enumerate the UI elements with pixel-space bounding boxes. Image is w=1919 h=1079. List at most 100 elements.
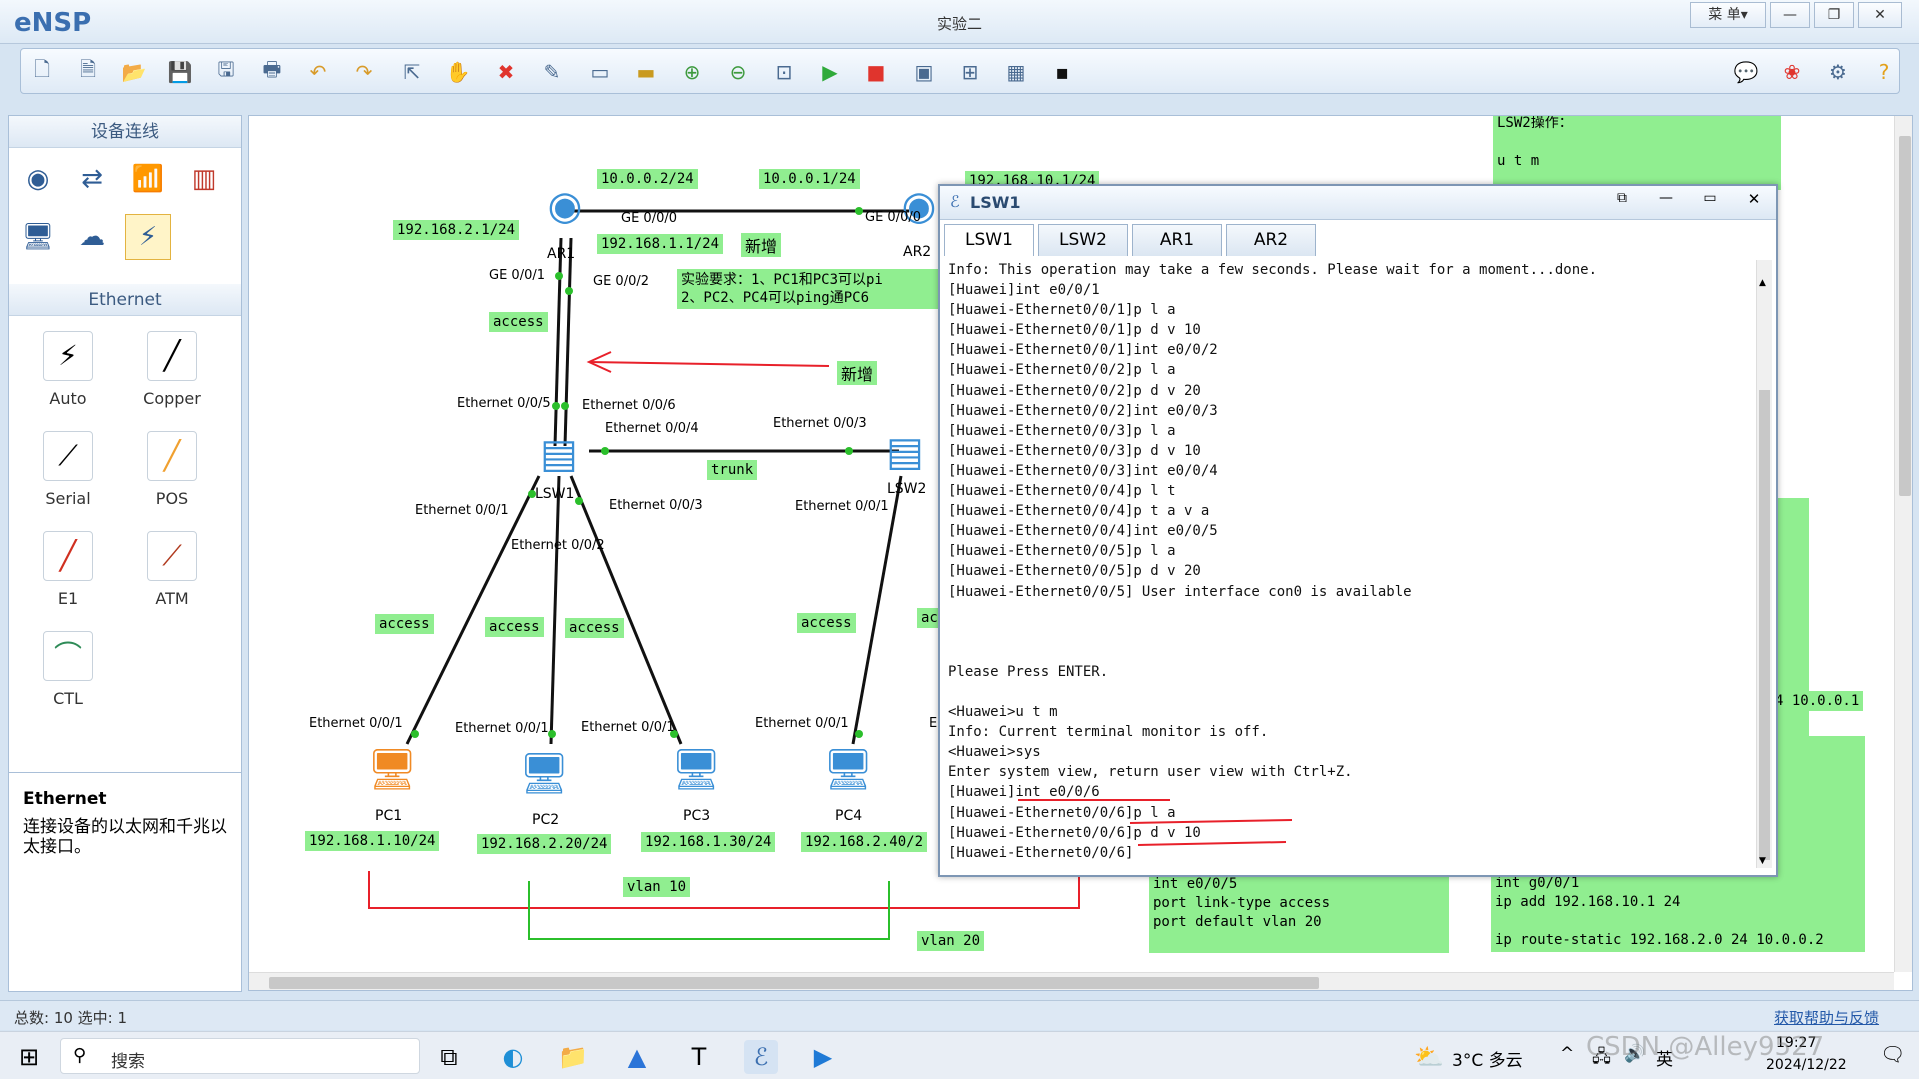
device-name-pc2: PC2: [532, 812, 560, 828]
terminal-line: [Huawei-Ethernet0/0/1]p d v 10: [948, 322, 1201, 339]
terminal-scroll-thumb[interactable]: [1759, 390, 1770, 860]
router-icon[interactable]: ◉: [15, 156, 61, 202]
restore-button[interactable]: ❐: [1814, 2, 1854, 28]
wireless-icon[interactable]: 📶: [125, 156, 171, 202]
cable-copper[interactable]: ╱ Copper: [127, 331, 217, 408]
open-icon[interactable]: 📂: [119, 57, 149, 87]
capture-icon[interactable]: ▣: [909, 57, 939, 87]
cloud-icon[interactable]: ☁: [69, 214, 115, 260]
topology-icon[interactable]: ⊞: [955, 57, 985, 87]
terminal-close-button[interactable]: ✕: [1734, 190, 1774, 214]
cable-atm[interactable]: ⟋ ATM: [127, 531, 217, 608]
zoom-in-icon[interactable]: ⊕: [677, 57, 707, 87]
delete-icon[interactable]: ✖: [491, 57, 521, 87]
requirement-note: 实验要求：1、PC1和PC3可以pi 2、PC2、PC4可以ping通PC6: [677, 269, 967, 309]
tab-ar2[interactable]: AR2: [1226, 224, 1316, 256]
cable-ctl[interactable]: ⌒ CTL: [23, 631, 113, 708]
search-box[interactable]: ⚲ 搜索: [60, 1038, 420, 1074]
pan-hand-icon[interactable]: ✋: [443, 57, 473, 87]
new-topology-icon[interactable]: 🗋: [27, 57, 57, 87]
file-explorer-icon[interactable]: 📁: [556, 1040, 590, 1074]
help-icon[interactable]: ?: [1869, 57, 1899, 87]
select-icon[interactable]: ⇱: [397, 57, 427, 87]
menu-button[interactable]: 菜 单▾: [1690, 2, 1766, 28]
lsw-command-note: int e0/0/5 port link-type access port de…: [1149, 873, 1449, 953]
terminal-window[interactable]: ℰ LSW1 ⧉ — ▭ ✕ LSW1 LSW2 AR1 AR2 Info: T…: [938, 184, 1778, 877]
terminal-title-bar[interactable]: ℰ LSW1 ⧉ — ▭ ✕: [940, 186, 1776, 220]
requirement-line-1: 实验要求：1、PC1和PC3可以pi: [681, 272, 883, 288]
mode-label: access: [565, 618, 624, 638]
close-button[interactable]: ✕: [1858, 2, 1902, 28]
chat-icon[interactable]: 💬: [1731, 57, 1761, 87]
print-icon[interactable]: 🖶: [257, 57, 287, 87]
scroll-down-icon[interactable]: ▼: [1759, 856, 1766, 866]
cable-auto[interactable]: ⚡ Auto: [23, 331, 113, 408]
tab-lsw2[interactable]: LSW2: [1038, 224, 1128, 256]
ensp-taskbar-icon[interactable]: ℰ: [744, 1040, 778, 1074]
start-icon[interactable]: ▶: [815, 57, 845, 87]
port-label: Ethernet 0/0/1: [455, 721, 549, 736]
new-lab-icon[interactable]: 🗎: [73, 57, 103, 87]
vertical-scrollbar[interactable]: [1894, 116, 1912, 972]
terminal-line: Info: This operation may take a few seco…: [948, 262, 1598, 278]
notification-icon[interactable]: 🗨: [1880, 1042, 1905, 1066]
edge-browser-icon[interactable]: ◐: [496, 1040, 530, 1074]
port-label: Ethernet 0/0/2: [511, 538, 605, 553]
cable-pos[interactable]: ╱ POS: [127, 431, 217, 508]
port-label: Ethernet 0/0/1: [309, 716, 403, 731]
pc2-icon[interactable]: 🖥: [509, 742, 579, 804]
link-category-icon[interactable]: ⚡: [125, 214, 171, 260]
huawei-logo-icon[interactable]: ❀: [1777, 57, 1807, 87]
terminal-maximize-button[interactable]: ▭: [1690, 190, 1730, 214]
tray-expand-icon[interactable]: ^: [1560, 1044, 1574, 1064]
tab-ar1[interactable]: AR1: [1132, 224, 1222, 256]
terminal-line: [Huawei]int e0/0/1: [948, 282, 1100, 299]
cable-e1[interactable]: ╱ E1: [23, 531, 113, 608]
switch-lsw1-icon[interactable]: ▤: [529, 426, 589, 482]
undo-icon[interactable]: ↶: [303, 57, 333, 87]
stop-icon[interactable]: ■: [861, 57, 891, 87]
ip-label: 192.168.2.20/24: [477, 834, 612, 854]
help-feedback-link[interactable]: 获取帮助与反馈: [1774, 1007, 1879, 1028]
save-icon[interactable]: 💾: [165, 57, 195, 87]
grid-icon[interactable]: ▦: [1001, 57, 1031, 87]
terminal-line: [Huawei-Ethernet0/0/6]: [948, 844, 1134, 861]
cli-icon[interactable]: ▪: [1047, 57, 1077, 87]
delete-link-icon[interactable]: ✎: [537, 57, 567, 87]
settings-gear-icon[interactable]: ⚙: [1823, 57, 1853, 87]
photos-app-icon[interactable]: ▲: [620, 1040, 654, 1074]
fit-icon[interactable]: ⊡: [769, 57, 799, 87]
terminal-scrollbar[interactable]: ▲ ▼: [1756, 260, 1772, 868]
horizontal-scroll-thumb[interactable]: [269, 977, 1319, 989]
terminal-line: [Huawei-Ethernet0/0/3]p d v 10: [948, 442, 1201, 459]
terminal-line: [Huawei-Ethernet0/0/3]p l a: [948, 422, 1176, 439]
switch-lsw2-icon[interactable]: ▤: [875, 424, 935, 480]
horizontal-scrollbar[interactable]: [249, 972, 1894, 990]
switch-icon[interactable]: ⇄: [69, 156, 115, 202]
scroll-up-icon[interactable]: ▲: [1759, 278, 1766, 288]
cable-serial[interactable]: ⟋ Serial: [23, 431, 113, 508]
terminal-minimize-button[interactable]: —: [1646, 190, 1686, 214]
palette-icon[interactable]: ▬: [631, 57, 661, 87]
task-view-icon[interactable]: ⧉: [432, 1040, 466, 1074]
pc1-icon[interactable]: 🖥: [357, 738, 427, 800]
windows-start-icon[interactable]: ⊞: [12, 1040, 46, 1074]
pc3-icon[interactable]: 🖥: [661, 738, 731, 800]
save-as-icon[interactable]: 🖫: [211, 57, 241, 87]
firewall-icon[interactable]: ▥: [181, 156, 227, 202]
terminal-output[interactable]: Info: This operation may take a few seco…: [948, 260, 1756, 870]
terminal-pin-icon[interactable]: ⧉: [1602, 190, 1642, 214]
pc4-icon[interactable]: 🖥: [813, 738, 883, 800]
text-icon[interactable]: ▭: [585, 57, 615, 87]
text-app-icon[interactable]: T: [682, 1040, 716, 1074]
minimize-button[interactable]: —: [1770, 2, 1810, 28]
pc-icon[interactable]: 🖥: [15, 214, 61, 260]
terminal-line: <Huawei>u t m: [948, 704, 1058, 721]
weather-text: 3°C 多云: [1452, 1051, 1523, 1071]
router-ar1-icon[interactable]: ◉: [535, 176, 595, 236]
vertical-scroll-thumb[interactable]: [1899, 136, 1911, 496]
media-app-icon[interactable]: ▶: [806, 1040, 840, 1074]
zoom-out-icon[interactable]: ⊖: [723, 57, 753, 87]
redo-icon[interactable]: ↷: [349, 57, 379, 87]
tab-lsw1[interactable]: LSW1: [944, 224, 1034, 256]
